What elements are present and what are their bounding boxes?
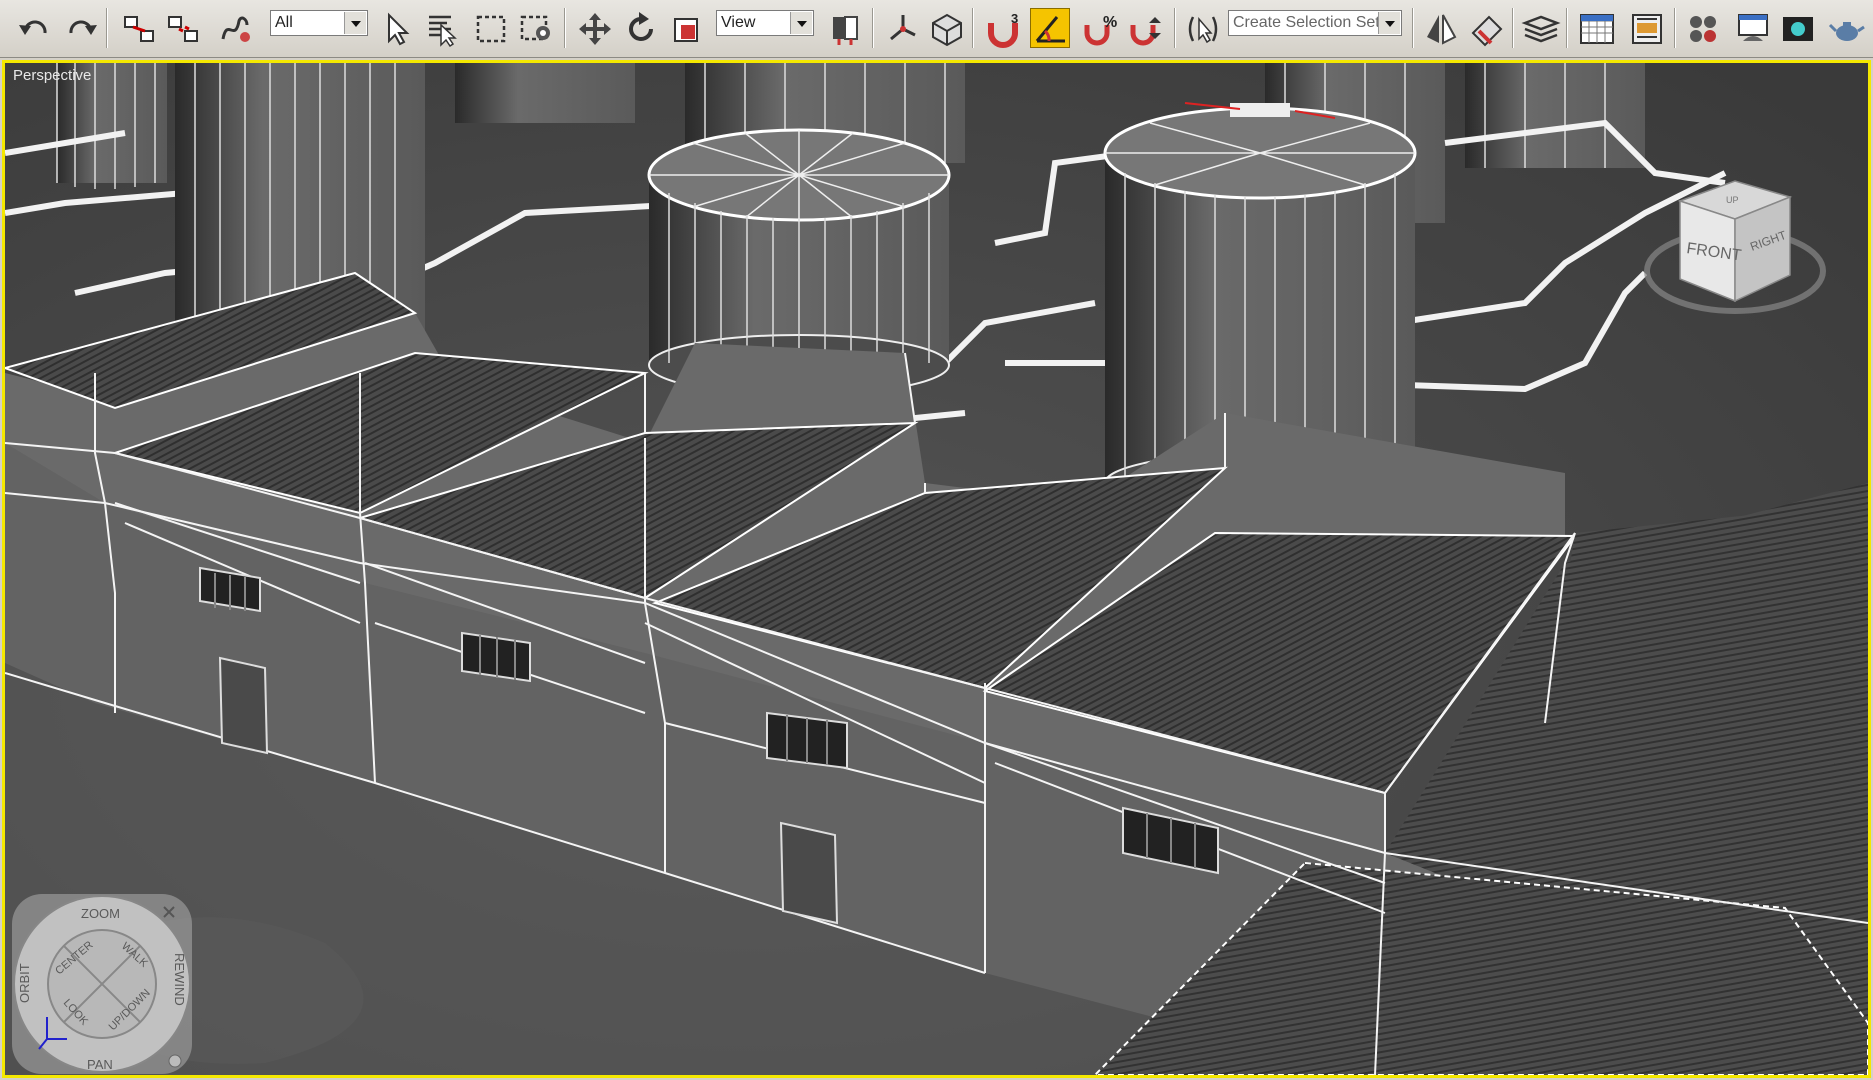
toolbar-separator xyxy=(1566,8,1568,48)
toolbar-separator xyxy=(1174,8,1176,48)
redo-icon xyxy=(69,20,97,35)
chevron-down-icon xyxy=(344,12,366,34)
wheel-menu-icon[interactable] xyxy=(168,1054,182,1068)
unlink-icon xyxy=(168,16,198,42)
bind-to-space-warp-button[interactable] xyxy=(214,8,254,48)
select-and-rotate-button[interactable] xyxy=(620,8,660,48)
toolbar-separator xyxy=(1412,8,1414,48)
main-toolbar: All View 3 % Create Selection Set xyxy=(0,0,1873,58)
keyboard-icon xyxy=(932,13,962,47)
redo-button[interactable] xyxy=(60,8,100,48)
align-icon xyxy=(1471,15,1503,47)
select-by-name-button[interactable] xyxy=(420,8,460,48)
scene-render xyxy=(5,63,1868,1075)
pivot-icon xyxy=(833,16,858,45)
wheel-rewind[interactable]: REWIND xyxy=(172,953,187,1006)
render-setup-button[interactable] xyxy=(1778,8,1818,48)
angle-snap-toggle-button[interactable] xyxy=(1030,8,1070,48)
wheel-orbit[interactable]: ORBIT xyxy=(17,963,32,1003)
link-icon xyxy=(124,16,154,42)
bind-icon xyxy=(221,16,250,42)
scale-icon xyxy=(674,18,698,42)
select-and-link-button[interactable] xyxy=(118,8,158,48)
named-selection-set-placeholder: Create Selection Set xyxy=(1233,14,1380,31)
wheel-pan[interactable]: PAN xyxy=(87,1057,113,1072)
chevron-down-icon xyxy=(790,12,812,34)
render-setup-icon xyxy=(1783,17,1813,41)
select-and-manipulate-button[interactable] xyxy=(882,8,922,48)
named-selection-set-dropdown[interactable]: Create Selection Set xyxy=(1228,10,1402,36)
percent-snap-label: % xyxy=(1103,14,1117,31)
rect-select-icon xyxy=(476,15,506,43)
toolbar-separator xyxy=(106,8,108,48)
spinner-snap-toggle-button[interactable] xyxy=(1126,8,1166,48)
toolbar-separator xyxy=(972,8,974,48)
material-editor-button[interactable] xyxy=(1732,8,1772,48)
edit-named-selection-button[interactable] xyxy=(1182,8,1222,48)
steering-wheel[interactable]: ZOOM PAN ORBIT REWIND CENTER WALK LOOK U… xyxy=(9,891,195,1077)
mirror-button[interactable] xyxy=(1420,8,1460,48)
angle-snap-icon xyxy=(1035,16,1065,43)
select-and-scale-button[interactable] xyxy=(666,8,706,48)
undo-icon xyxy=(19,20,47,35)
viewcube-top-label: UP xyxy=(1726,195,1739,205)
selection-filter-value: All xyxy=(275,14,293,31)
material-editor-icon xyxy=(1738,14,1768,41)
percent-snap-toggle-button[interactable]: % xyxy=(1080,8,1120,48)
mirror-icon xyxy=(1427,14,1457,45)
toolbar-separator xyxy=(872,8,874,48)
selection-filter-dropdown[interactable]: All xyxy=(270,10,368,36)
toolbar-separator xyxy=(1512,8,1514,48)
magnet-icon: 3 xyxy=(988,11,1018,48)
toolbar-separator xyxy=(564,8,566,48)
percent-snap-icon: % xyxy=(1084,14,1117,46)
ribbon-icon xyxy=(1580,14,1614,44)
viewport-label[interactable]: Perspective xyxy=(13,67,91,84)
snaps-toggle-button[interactable]: 3 xyxy=(982,8,1022,48)
spinner-snap-icon xyxy=(1130,17,1161,46)
perspective-viewport[interactable]: Perspective FRONT RIGHT UP ZOOM PAN ORBI… xyxy=(2,60,1871,1078)
cursor-icon xyxy=(388,12,410,46)
reference-coordinate-value: View xyxy=(721,14,756,31)
use-pivot-center-button[interactable] xyxy=(824,8,864,48)
viewcube[interactable]: FRONT RIGHT UP xyxy=(1640,151,1830,321)
move-icon xyxy=(579,13,611,45)
layer-manager-button[interactable] xyxy=(1520,8,1561,48)
rotate-icon xyxy=(629,12,653,41)
select-and-move-button[interactable] xyxy=(574,8,614,48)
window-crossing-button[interactable] xyxy=(516,8,556,48)
chevron-down-icon xyxy=(1378,12,1400,34)
undo-button[interactable] xyxy=(14,8,54,48)
align-button[interactable] xyxy=(1466,8,1506,48)
layers-icon xyxy=(1521,15,1561,43)
render-production-button[interactable] xyxy=(1826,8,1866,48)
toolbar-separator xyxy=(1674,8,1676,48)
curve-editor-icon xyxy=(1632,14,1662,44)
select-object-button[interactable] xyxy=(376,8,416,48)
teapot-icon xyxy=(1828,22,1865,41)
unlink-selection-button[interactable] xyxy=(162,8,202,48)
manipulate-icon xyxy=(890,15,916,41)
named-selection-icon xyxy=(1188,16,1218,44)
reference-coordinate-dropdown[interactable]: View xyxy=(716,10,814,36)
snap-count-label: 3 xyxy=(1011,11,1018,26)
rectangular-selection-button[interactable] xyxy=(470,8,510,48)
schematic-icon xyxy=(1690,16,1716,42)
keyboard-shortcut-override-button[interactable] xyxy=(926,8,966,48)
schematic-view-button[interactable] xyxy=(1682,8,1722,48)
curve-editor-button[interactable] xyxy=(1626,8,1666,48)
wheel-zoom[interactable]: ZOOM xyxy=(81,906,120,921)
list-select-icon xyxy=(429,15,457,48)
graphite-modeling-tools-button[interactable] xyxy=(1576,8,1616,48)
window-crossing-icon xyxy=(520,15,550,41)
